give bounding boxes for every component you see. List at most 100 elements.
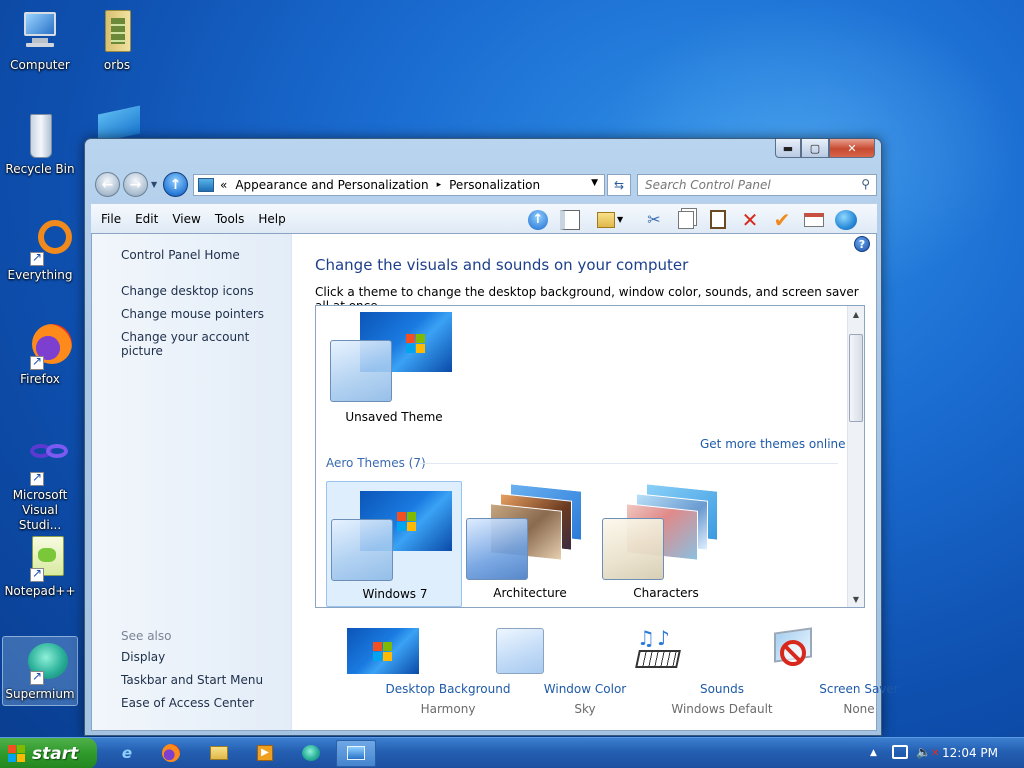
theme-characters[interactable]: Characters [598, 481, 734, 607]
display-link[interactable]: Display [121, 650, 165, 664]
menu-file[interactable]: File [94, 212, 128, 226]
toolbar-up-icon[interactable]: ↑ [527, 209, 549, 230]
sounds-label[interactable]: Sounds [657, 682, 787, 696]
shortcut-arrow-icon [30, 250, 44, 266]
visual-studio-icon [16, 438, 68, 486]
ease-of-access-link[interactable]: Ease of Access Center [121, 696, 254, 710]
change-account-picture-link[interactable]: Change your account picture [121, 330, 291, 358]
menu-tools[interactable]: Tools [208, 212, 252, 226]
page-title: Change the visuals and sounds on your co… [315, 256, 689, 274]
breadcrumb-separator-icon[interactable]: ▸ [437, 180, 442, 190]
breadcrumb-overflow[interactable]: « [220, 178, 227, 192]
screen-saver-icon [770, 627, 818, 674]
desktop-icon-computer[interactable]: Computer [2, 8, 78, 73]
windows-logo-icon [406, 334, 426, 354]
desktop-icon-orbs[interactable]: orbs [79, 8, 155, 73]
show-hidden-icons-button[interactable]: ▲ [870, 748, 877, 758]
window-color-value: Sky [574, 702, 596, 716]
search-icon[interactable]: ⚲ [861, 177, 870, 191]
network-icon[interactable] [892, 745, 908, 759]
toolbar-folders-icon[interactable] [595, 209, 617, 230]
search-input[interactable]: Search Control Panel ⚲ [637, 174, 877, 196]
window-color-label[interactable]: Window Color [520, 682, 650, 696]
desktop-icon-label: Everything [7, 268, 73, 282]
recent-pages-dropdown[interactable]: ▼ [151, 180, 157, 189]
theme-label: Unsaved Theme [345, 410, 443, 424]
media-player-taskbar-icon[interactable]: ▶ [254, 743, 276, 763]
toolbar-folders-dropdown-icon[interactable]: ▼ [617, 215, 623, 224]
scroll-down-icon[interactable]: ▼ [848, 591, 864, 607]
explorer-taskbar-icon[interactable] [208, 743, 230, 763]
firefox-taskbar-icon[interactable] [160, 743, 182, 763]
supermium-taskbar-icon[interactable] [300, 743, 322, 763]
properties-icon[interactable] [803, 209, 825, 230]
cut-icon[interactable]: ✂ [643, 209, 665, 230]
sounds-value: Windows Default [671, 702, 773, 716]
desktop-icon-supermium[interactable]: Supermium [2, 636, 78, 706]
back-button[interactable]: ← [95, 172, 120, 197]
menu-help[interactable]: Help [251, 212, 292, 226]
caption-buttons: ▬ ▢ ✕ [775, 139, 875, 158]
theme-list-scrollbar[interactable]: ▲ ▼ [847, 306, 864, 607]
menu-edit[interactable]: Edit [128, 212, 165, 226]
left-pane: Control Panel Home Change desktop icons … [92, 234, 292, 730]
theme-color-swatch [602, 518, 664, 580]
minimize-icon: ▬ [782, 141, 794, 155]
theme-unsaved[interactable]: Unsaved Theme [326, 310, 462, 430]
shortcut-arrow-icon [30, 354, 44, 370]
desktop-background-label[interactable]: Desktop Background [383, 682, 513, 696]
start-label: start [32, 743, 79, 764]
taskbar-start-menu-link[interactable]: Taskbar and Start Menu [121, 673, 263, 687]
firefox-icon [16, 322, 72, 370]
desktop-background-icon [347, 628, 419, 674]
aero-themes-heading: Aero Themes (7) [326, 456, 426, 470]
up-button[interactable]: ↑ [163, 172, 188, 197]
desktop-icon-label: Computer [10, 58, 70, 72]
desktop-icon-firefox[interactable]: Firefox [2, 322, 78, 387]
scroll-thumb[interactable] [849, 334, 863, 422]
copy-icon[interactable] [675, 209, 697, 230]
desktop-icon-everything[interactable]: Everything [2, 218, 78, 283]
screen-saver-label[interactable]: Screen Saver [794, 682, 924, 696]
control-panel-home-link[interactable]: Control Panel Home [121, 248, 240, 262]
globe-icon[interactable] [835, 209, 857, 230]
theme-list: Unsaved Theme Get more themes online Aer… [315, 305, 865, 608]
desktop-icon-notepadpp[interactable]: Notepad++ [2, 534, 78, 599]
volume-muted-icon[interactable]: 🔈✕ [916, 745, 939, 759]
address-bar[interactable]: « Appearance and Personalization ▸ Perso… [193, 174, 605, 196]
checkmark-icon[interactable]: ✔ [771, 208, 793, 232]
back-arrow-icon: ← [101, 176, 114, 193]
paste-icon[interactable] [707, 209, 729, 230]
section-divider [420, 463, 838, 464]
close-button[interactable]: ✕ [829, 139, 875, 158]
breadcrumb-appearance[interactable]: Appearance and Personalization [235, 178, 428, 192]
maximize-button[interactable]: ▢ [801, 139, 829, 158]
desktop-icon-visual-studio[interactable]: Microsoft Visual Studi... [2, 438, 78, 533]
shortcut-arrow-icon [30, 470, 44, 486]
help-icon[interactable]: ? [854, 236, 870, 252]
clock[interactable]: 12:04 PM [942, 746, 998, 760]
partial-desktop-icon [98, 105, 140, 143]
menu-view[interactable]: View [165, 212, 207, 226]
close-icon: ✕ [847, 141, 857, 155]
forward-button[interactable]: → [123, 172, 148, 197]
start-button[interactable]: start [0, 738, 97, 768]
change-desktop-icons-link[interactable]: Change desktop icons [121, 284, 254, 298]
refresh-button[interactable]: ⇆ [607, 174, 631, 196]
change-mouse-pointers-link[interactable]: Change mouse pointers [121, 307, 264, 321]
theme-architecture[interactable]: Architecture [462, 481, 598, 607]
delete-icon[interactable]: ✕ [739, 208, 761, 232]
scroll-up-icon[interactable]: ▲ [848, 306, 864, 322]
desktop-icon-label: Microsoft Visual Studi... [12, 488, 68, 532]
desktop-icon-recycle-bin[interactable]: Recycle Bin [2, 112, 78, 177]
theme-windows-7[interactable]: Windows 7 [326, 481, 462, 607]
windows-logo-icon [397, 512, 417, 532]
internet-explorer-icon[interactable]: e [116, 743, 138, 763]
toolbar-pane-icon[interactable] [559, 209, 581, 230]
control-panel-taskbar-button[interactable] [336, 740, 376, 767]
breadcrumb-personalization[interactable]: Personalization [449, 178, 540, 192]
supermium-icon [16, 637, 68, 685]
address-dropdown-icon[interactable]: ▼ [591, 178, 598, 188]
get-more-themes-link[interactable]: Get more themes online [700, 437, 846, 451]
minimize-button[interactable]: ▬ [775, 139, 801, 158]
